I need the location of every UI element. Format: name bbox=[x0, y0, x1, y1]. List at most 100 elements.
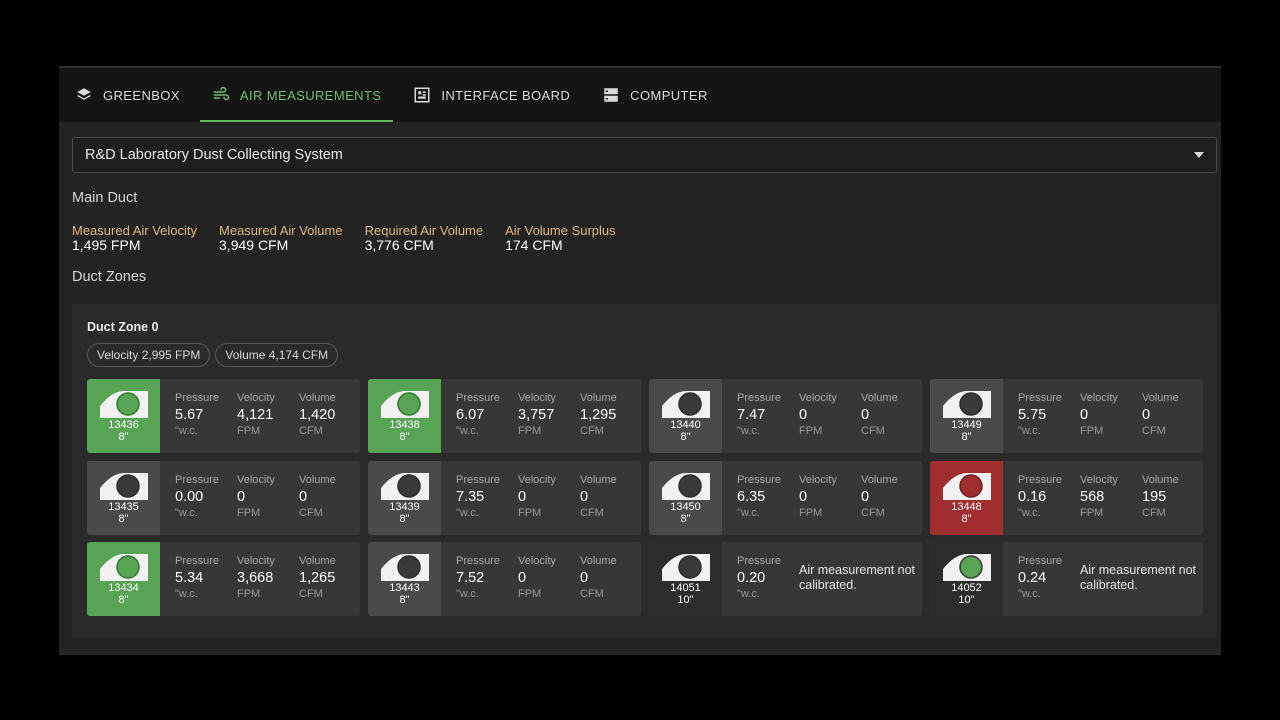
system-select[interactable]: R&D Laboratory Dust Collecting System bbox=[72, 137, 1217, 173]
pressure-stat: Pressure 5.67 "w.c. bbox=[175, 392, 237, 453]
metric-label: Air Volume Surplus bbox=[505, 223, 616, 238]
stat-label: Pressure bbox=[175, 555, 220, 567]
blast-gate-icon bbox=[941, 552, 993, 582]
gate-stats: Pressure 5.67 "w.c. Velocity 4,121 FPM V… bbox=[160, 379, 360, 453]
stat-unit: "w.c. bbox=[1018, 588, 1041, 600]
app-window: GREENBOX AIR MEASUREMENTS INTERFACE BOAR… bbox=[59, 66, 1221, 655]
blast-gate-icon bbox=[660, 471, 712, 501]
metric-value: 174 CFM bbox=[505, 237, 563, 253]
stat-unit: "w.c. bbox=[737, 588, 760, 600]
metric-label: Required Air Volume bbox=[364, 223, 484, 238]
stat-value: 1,420 bbox=[299, 407, 336, 423]
stat-label: Volume bbox=[1142, 392, 1179, 404]
stat-value: 0 bbox=[299, 488, 308, 505]
duct-zones-title: Duct Zones bbox=[72, 269, 147, 285]
gate-id: 13434 bbox=[108, 582, 139, 594]
metric-air-volume-surplus: Air Volume Surplus 174 CFM bbox=[505, 223, 616, 253]
pressure-stat: Pressure 7.52 "w.c. bbox=[456, 555, 518, 616]
stat-label: Pressure bbox=[456, 473, 501, 486]
stat-value: 0.00 bbox=[175, 488, 204, 505]
stat-label: Velocity bbox=[799, 392, 837, 404]
blast-gate: 13449 8" bbox=[930, 379, 1003, 453]
gate-card[interactable]: 13435 8" Pressure 0.00 "w.c. Velocity 0 … bbox=[87, 460, 360, 535]
blast-gate-icon bbox=[660, 552, 712, 582]
stat-value: 0 bbox=[799, 488, 808, 505]
stat-label: Volume bbox=[580, 555, 617, 567]
gate-stats: Pressure 6.35 "w.c. Velocity 0 FPM Volum… bbox=[722, 461, 922, 535]
stat-value: 3,757 bbox=[518, 407, 555, 423]
metric-label: Measured Air Velocity bbox=[72, 223, 198, 238]
blast-gate: 14051 10" bbox=[649, 542, 722, 616]
stat-unit: "w.c. bbox=[175, 588, 198, 600]
stat-value: 7.35 bbox=[456, 488, 485, 505]
pressure-stat: Pressure 7.35 "w.c. bbox=[456, 474, 518, 535]
tab-computer[interactable]: COMPUTER bbox=[590, 68, 720, 122]
server-icon bbox=[602, 86, 620, 104]
stat-label: Volume bbox=[299, 473, 336, 486]
stat-label: Pressure bbox=[737, 392, 782, 404]
duct-zone-panel: Duct Zone 0 Velocity 2,995 FPM Volume 4,… bbox=[72, 304, 1217, 638]
stat-unit: CFM bbox=[580, 506, 604, 519]
blast-gate: 13439 8" bbox=[368, 460, 441, 535]
volume-stat: Volume 1,295 CFM bbox=[580, 392, 641, 453]
stat-unit: CFM bbox=[580, 425, 604, 437]
stat-unit: "w.c. bbox=[456, 588, 479, 600]
stat-unit: CFM bbox=[580, 588, 604, 600]
stat-label: Pressure bbox=[1018, 555, 1063, 567]
gate-card[interactable]: 13443 8" Pressure 7.52 "w.c. Velocity 0 … bbox=[368, 542, 641, 616]
stat-value: 0 bbox=[237, 488, 246, 505]
tab-air-measurements[interactable]: AIR MEASUREMENTS bbox=[199, 68, 394, 122]
blast-gate: 13436 8" bbox=[87, 379, 160, 453]
gate-card[interactable]: 13440 8" Pressure 7.47 "w.c. Velocity 0 … bbox=[649, 379, 922, 453]
pressure-stat: Pressure 6.07 "w.c. bbox=[456, 392, 518, 453]
pressure-stat: Pressure 7.47 "w.c. bbox=[737, 392, 799, 453]
stat-value: 0 bbox=[861, 488, 870, 505]
pressure-stat: Pressure 0.24 "w.c. bbox=[1018, 555, 1080, 616]
gate-stats: Pressure 7.52 "w.c. Velocity 0 FPM Volum… bbox=[441, 542, 641, 616]
volume-stat: Volume 195 CFM bbox=[1142, 474, 1203, 535]
wind-icon bbox=[212, 86, 230, 104]
stat-label: Velocity bbox=[1080, 392, 1118, 404]
gate-id: 14051 bbox=[670, 582, 701, 594]
zone-chips: Velocity 2,995 FPM Volume 4,174 CFM bbox=[87, 343, 339, 367]
stat-unit: FPM bbox=[1080, 425, 1104, 437]
velocity-stat: Velocity 568 FPM bbox=[1080, 474, 1142, 535]
stat-unit: FPM bbox=[799, 425, 823, 437]
stat-value: 3,668 bbox=[237, 570, 274, 586]
gate-size: 8" bbox=[680, 431, 691, 443]
zone-title: Duct Zone 0 bbox=[87, 320, 159, 334]
gate-card[interactable]: 13439 8" Pressure 7.35 "w.c. Velocity 0 … bbox=[368, 460, 641, 535]
tab-greenbox[interactable]: GREENBOX bbox=[63, 68, 192, 122]
blast-gate-icon bbox=[98, 552, 150, 582]
volume-stat: Volume 0 CFM bbox=[861, 392, 922, 453]
stat-value: 0 bbox=[580, 570, 589, 586]
stat-value: 0.16 bbox=[1018, 488, 1047, 505]
gate-card[interactable]: 13448 8" Pressure 0.16 "w.c. Velocity 56… bbox=[930, 460, 1203, 535]
stat-value: 1,295 bbox=[580, 407, 617, 423]
stat-label: Volume bbox=[861, 392, 898, 404]
blast-gate-icon bbox=[98, 471, 150, 501]
gate-id: 13436 bbox=[108, 419, 139, 431]
gate-card[interactable]: 13436 8" Pressure 5.67 "w.c. Velocity 4,… bbox=[87, 379, 360, 453]
stat-unit: FPM bbox=[518, 425, 542, 437]
stat-label: Pressure bbox=[737, 555, 782, 567]
metric-value: 3,949 CFM bbox=[219, 237, 289, 253]
stat-value: 7.47 bbox=[737, 407, 766, 423]
volume-stat: Volume 0 CFM bbox=[299, 474, 360, 535]
blast-gate-icon bbox=[98, 389, 150, 419]
stat-value: 5.67 bbox=[175, 407, 204, 423]
gate-card[interactable]: 14051 10" Pressure 0.20 "w.c. Air measur… bbox=[649, 542, 922, 616]
stat-value: 5.34 bbox=[175, 570, 204, 586]
gate-card[interactable]: 13434 8" Pressure 5.34 "w.c. Velocity 3,… bbox=[87, 542, 360, 616]
pressure-stat: Pressure 5.34 "w.c. bbox=[175, 555, 237, 616]
gate-card[interactable]: 14052 10" Pressure 0.24 "w.c. Air measur… bbox=[930, 542, 1203, 616]
tab-interface-board[interactable]: INTERFACE BOARD bbox=[401, 68, 582, 122]
stat-label: Volume bbox=[1142, 473, 1179, 486]
tab-computer-label: COMPUTER bbox=[630, 87, 708, 103]
gate-card[interactable]: 13450 8" Pressure 6.35 "w.c. Velocity 0 … bbox=[649, 460, 922, 535]
stat-unit: FPM bbox=[237, 506, 261, 519]
gate-id: 13450 bbox=[670, 500, 701, 513]
gate-card[interactable]: 13438 8" Pressure 6.07 "w.c. Velocity 3,… bbox=[368, 379, 641, 453]
stat-label: Pressure bbox=[1018, 392, 1063, 404]
gate-card[interactable]: 13449 8" Pressure 5.75 "w.c. Velocity 0 … bbox=[930, 379, 1203, 453]
